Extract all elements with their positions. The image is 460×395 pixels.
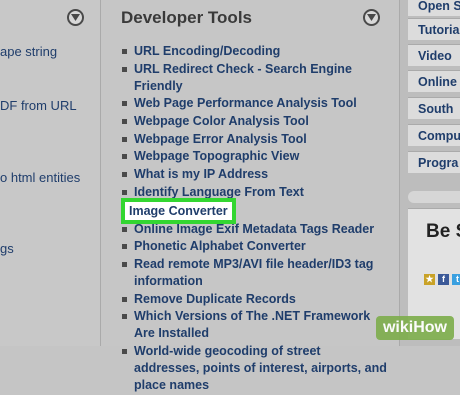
tool-link-error-analysis[interactable]: Webpage Error Analysis Tool xyxy=(121,131,389,148)
tool-list: URL Encoding/Decoding URL Redirect Check… xyxy=(121,43,389,395)
right-link-open-source[interactable]: Open S xyxy=(408,0,460,16)
scroll-strip xyxy=(408,191,460,203)
left-link-escape-string[interactable]: ape string xyxy=(0,44,57,59)
right-link-programming[interactable]: Progra xyxy=(408,151,460,173)
tool-link-url-redirect-check[interactable]: URL Redirect Check - Search Engine Frien… xyxy=(121,61,389,95)
twitter-icon[interactable]: t xyxy=(452,274,460,285)
tool-link-geocoding[interactable]: World-wide geocoding of street addresses… xyxy=(121,343,389,394)
social-panel-title: Be S xyxy=(426,221,460,242)
left-link-html-entities[interactable]: o html entities xyxy=(0,170,80,185)
right-link-video[interactable]: Video xyxy=(408,44,460,66)
right-link-online[interactable]: Online xyxy=(408,70,460,92)
tool-link-remove-duplicates[interactable]: Remove Duplicate Records xyxy=(121,291,389,308)
right-column: Open S Tutoria Video Online South Compu … xyxy=(400,0,460,346)
tool-link-image-converter[interactable]: Image Converter xyxy=(121,197,389,224)
tool-link-ip-address[interactable]: What is my IP Address xyxy=(121,166,389,183)
tool-link-url-encoding[interactable]: URL Encoding/Decoding xyxy=(121,43,389,60)
tool-link-mp3-header[interactable]: Read remote MP3/AVI file header/ID3 tag … xyxy=(121,256,389,290)
tool-link-topographic-view[interactable]: Webpage Topographic View xyxy=(121,148,389,165)
panel-title: Developer Tools xyxy=(121,8,252,27)
star-icon[interactable]: ★ xyxy=(424,274,435,285)
facebook-icon[interactable]: f xyxy=(438,274,449,285)
highlighted-link[interactable]: Image Converter xyxy=(121,197,236,224)
tool-link-net-framework[interactable]: Which Versions of The .NET Framework Are… xyxy=(121,308,389,342)
tool-link-phonetic-alphabet[interactable]: Phonetic Alphabet Converter xyxy=(121,238,389,255)
right-link-computer[interactable]: Compu xyxy=(408,124,460,146)
tool-link-performance-analysis[interactable]: Web Page Performance Analysis Tool xyxy=(121,95,389,112)
collapse-toggle-icon[interactable] xyxy=(67,9,84,26)
right-link-tutorials[interactable]: Tutoria xyxy=(408,18,460,40)
right-link-south[interactable]: South xyxy=(408,97,460,119)
wikihow-watermark: wikiHow xyxy=(376,316,454,340)
collapse-toggle-icon[interactable] xyxy=(363,9,380,26)
developer-tools-panel: Developer Tools URL Encoding/Decoding UR… xyxy=(100,0,400,392)
left-link-gs[interactable]: gs xyxy=(0,241,14,256)
left-column: ape string DF from URL o html entities g… xyxy=(0,0,100,346)
tool-link-color-analysis[interactable]: Webpage Color Analysis Tool xyxy=(121,113,389,130)
left-link-pdf-from-url[interactable]: DF from URL xyxy=(0,98,77,113)
